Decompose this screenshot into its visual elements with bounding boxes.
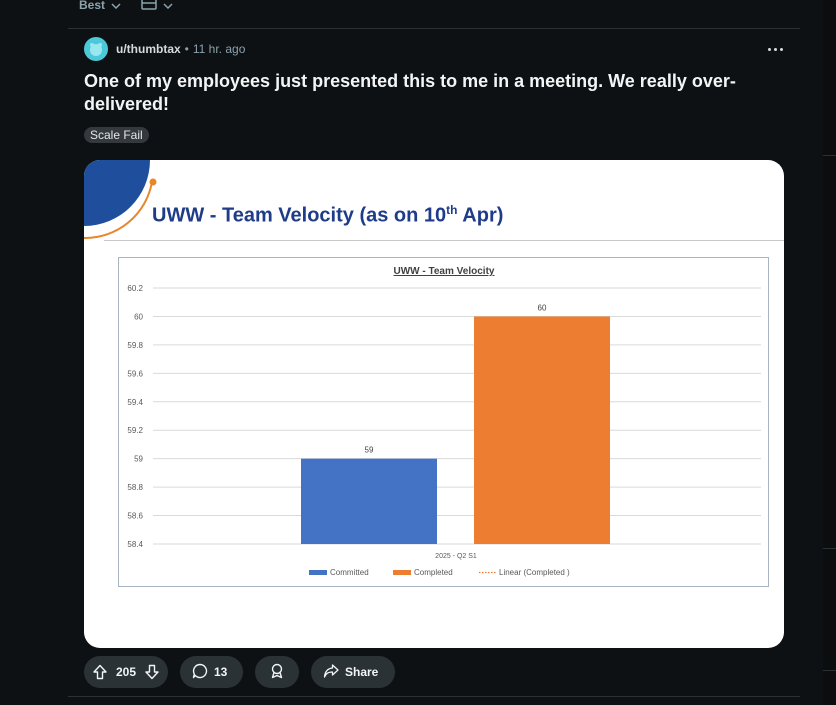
card-view-icon [141,0,157,15]
y-tick-label: 60.2 [127,284,143,293]
share-button[interactable]: Share [311,656,395,688]
y-tick-label: 59 [134,455,143,464]
slide-divider [104,240,784,241]
legend-swatch [393,570,411,575]
slide-title-suffix: Apr) [457,204,504,227]
y-tick-label: 59.2 [127,426,143,435]
view-toggle-button[interactable] [141,0,173,15]
y-tick-label: 59.8 [127,341,143,350]
sort-dropdown[interactable]: Best [79,0,121,12]
upvote-icon[interactable] [90,662,110,682]
award-icon [269,663,285,682]
comment-icon [192,663,208,682]
sort-bar: Best [79,0,173,14]
legend-label: Linear (Completed ) [499,568,570,577]
post-title[interactable]: One of my employees just presented this … [84,70,774,116]
post-flair[interactable]: Scale Fail [84,127,149,143]
chevron-down-icon [163,0,173,14]
slide-title-sup: th [446,203,458,217]
share-icon [323,663,339,682]
post-image[interactable]: UWW - Team Velocity (as on 10th Apr) UWW… [84,160,784,648]
y-tick-label: 58.6 [127,512,143,521]
chart-title: UWW - Team Velocity [394,266,495,277]
y-tick-label: 58.8 [127,483,143,492]
post-time: 11 hr. ago [192,42,246,56]
y-tick-label: 58.4 [127,540,143,549]
downvote-icon[interactable] [142,662,162,682]
bar-completed [474,316,610,544]
velocity-chart: UWW - Team Velocity 58.4 58.6 58.8 59 59.2 59.… [118,257,769,587]
post-meta: u/thumbtax • 11 hr. ago [84,37,245,61]
vote-count: 205 [115,665,137,679]
divider [68,28,800,29]
more-dot [773,47,777,51]
comments-button[interactable]: 13 [180,656,243,688]
chart-svg: UWW - Team Velocity 58.4 58.6 58.8 59 59.2 59.… [127,266,761,577]
y-tick-label: 59.4 [127,398,143,407]
y-tick-label: 60 [134,312,143,321]
bar-committed [301,458,437,544]
right-edge-panel [823,0,836,705]
y-tick-label: 59.6 [127,369,143,378]
more-dot [767,47,771,51]
comment-count: 13 [214,665,228,679]
legend-label: Completed [414,568,453,577]
avatar[interactable] [84,37,108,61]
divider [68,696,800,697]
share-label: Share [345,665,379,679]
vote-control: 205 [84,656,168,688]
slide-title-prefix: UWW - Team Velocity (as on 10 [152,204,447,227]
x-category-label: 2025 - Q2 S1 [435,553,477,560]
sort-label: Best [79,0,106,12]
more-dot [779,47,783,51]
data-label: 59 [365,446,374,455]
award-button[interactable] [255,656,299,688]
action-bar: 205 13 Share [84,656,395,688]
author-link[interactable]: u/thumbtax [116,42,181,56]
meta-separator: • [184,42,189,56]
chevron-down-icon [111,0,121,12]
legend-swatch [309,570,327,575]
slide-title: UWW - Team Velocity (as on 10th Apr) [152,203,503,228]
legend-label: Committed [330,568,369,577]
more-options-button[interactable] [762,40,788,58]
data-label: 60 [538,303,547,312]
